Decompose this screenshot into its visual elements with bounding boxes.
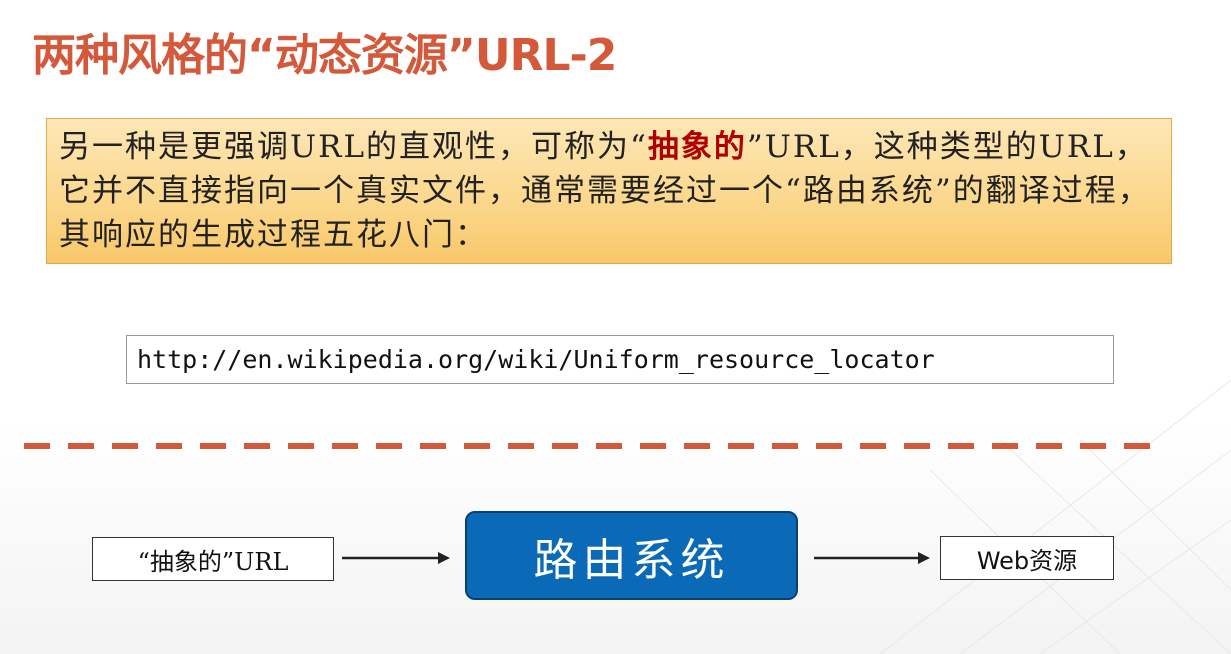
description-highlight: 抽象的 <box>647 129 747 165</box>
description-box: 另一种是更强调URL的直观性，可称为“抽象的”URL，这种类型的URL，它并不直… <box>46 118 1172 264</box>
abstract-url-box: “抽象的”URL <box>92 537 334 581</box>
dashed-divider <box>24 443 1160 449</box>
right-arrow-icon <box>814 552 930 564</box>
right-arrow-icon <box>342 552 450 564</box>
description-text-before: 另一种是更强调URL的直观性，可称为“ <box>59 129 648 165</box>
example-url-box: http://en.wikipedia.org/wiki/Uniform_res… <box>126 335 1114 384</box>
page-title: 两种风格的“动态资源”URL-2 <box>32 30 617 81</box>
web-resource-box: Web资源 <box>940 536 1114 580</box>
routing-system-box: 路由系统 <box>465 511 798 600</box>
